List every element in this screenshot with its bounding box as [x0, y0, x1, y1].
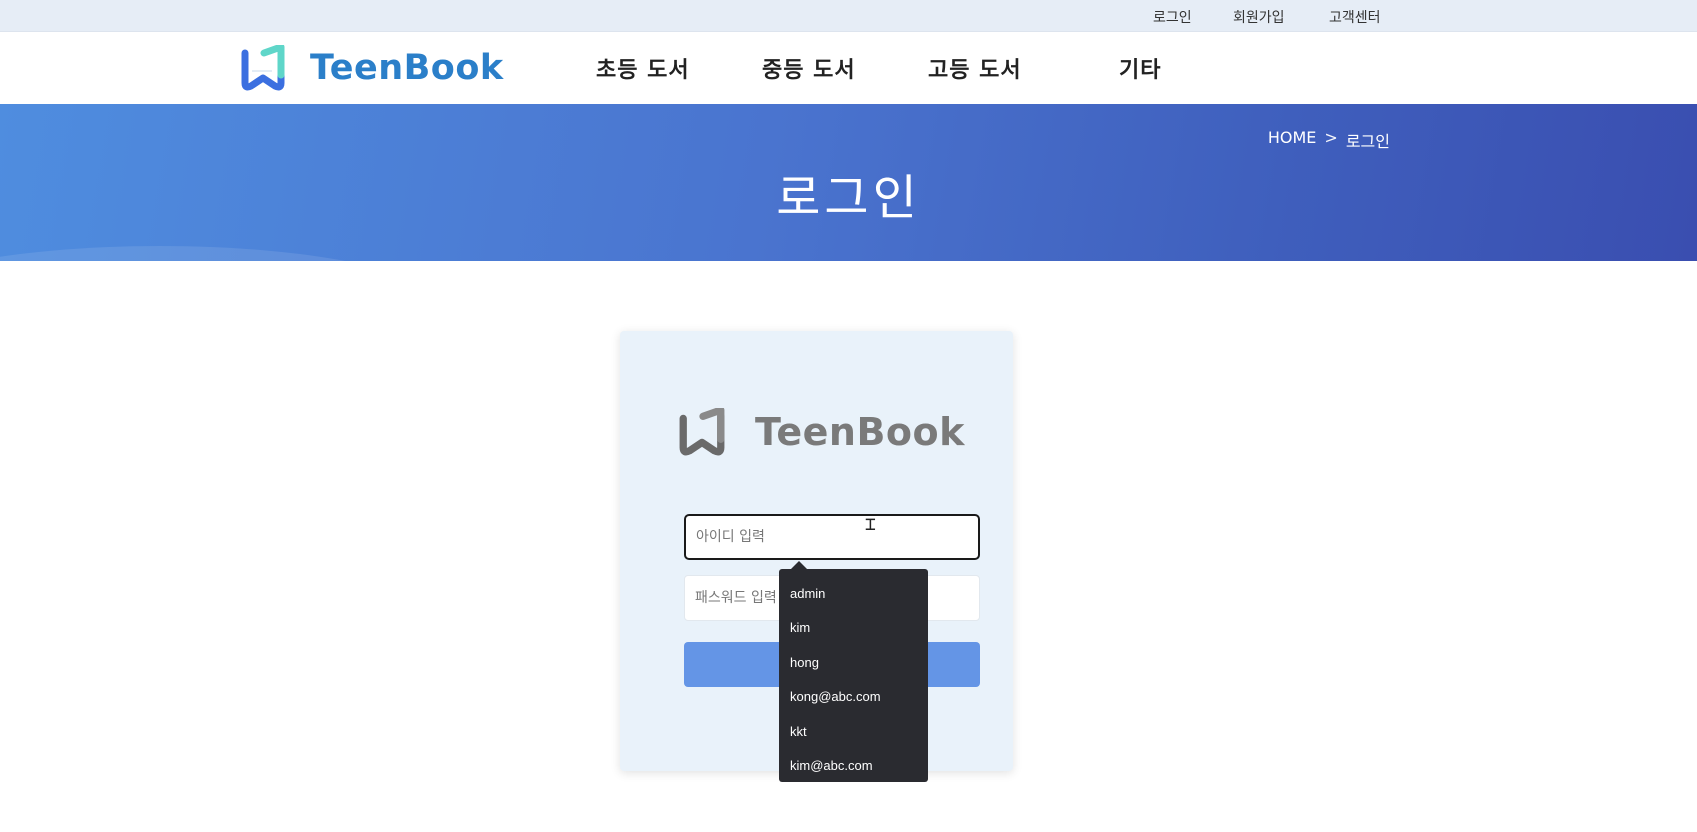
autocomplete-option[interactable]: kkt: [779, 715, 928, 749]
autocomplete-option[interactable]: kim: [779, 611, 928, 645]
login-brand-name: TeenBook: [755, 410, 965, 454]
autocomplete-option[interactable]: kim@abc.com: [779, 749, 928, 783]
page-banner: HOME > 로그인 로그인: [0, 104, 1697, 261]
id-input[interactable]: [684, 514, 980, 560]
site-logo[interactable]: TeenBook: [240, 42, 504, 94]
autocomplete-option[interactable]: hong: [779, 646, 928, 680]
teenbook-logo-icon: [241, 45, 285, 91]
nav-elementary-books[interactable]: 초등 도서: [596, 52, 690, 84]
site-header: TeenBook 초등 도서 중등 도서 고등 도서 기타: [0, 32, 1697, 104]
teenbook-logo-icon: [679, 408, 725, 456]
autocomplete-option[interactable]: kong@abc.com: [779, 680, 928, 714]
signup-link[interactable]: 회원가입: [1233, 7, 1285, 27]
customer-center-link[interactable]: 고객센터: [1329, 7, 1381, 27]
breadcrumb-home[interactable]: HOME: [1268, 128, 1317, 152]
breadcrumb: HOME > 로그인: [1268, 128, 1390, 152]
autocomplete-option[interactable]: admin: [779, 577, 928, 611]
top-utility-bar: 로그인 회원가입 고객센터: [0, 0, 1697, 32]
autocomplete-dropdown: admin kim hong kong@abc.com kkt kim@abc.…: [779, 561, 928, 783]
nav-etc[interactable]: 기타: [1119, 52, 1161, 84]
site-brand-name: TeenBook: [310, 48, 504, 88]
breadcrumb-separator: >: [1324, 128, 1338, 147]
login-logo: TeenBook: [677, 408, 965, 456]
dropdown-pointer: [791, 561, 807, 569]
text-cursor-icon: ⌶: [865, 514, 876, 535]
page-title: 로그인: [776, 170, 921, 226]
banner-decoration: [0, 246, 440, 261]
login-link[interactable]: 로그인: [1153, 7, 1192, 27]
breadcrumb-current: 로그인: [1345, 132, 1390, 151]
nav-high-books[interactable]: 고등 도서: [928, 52, 1022, 84]
nav-middle-books[interactable]: 중등 도서: [762, 52, 856, 84]
